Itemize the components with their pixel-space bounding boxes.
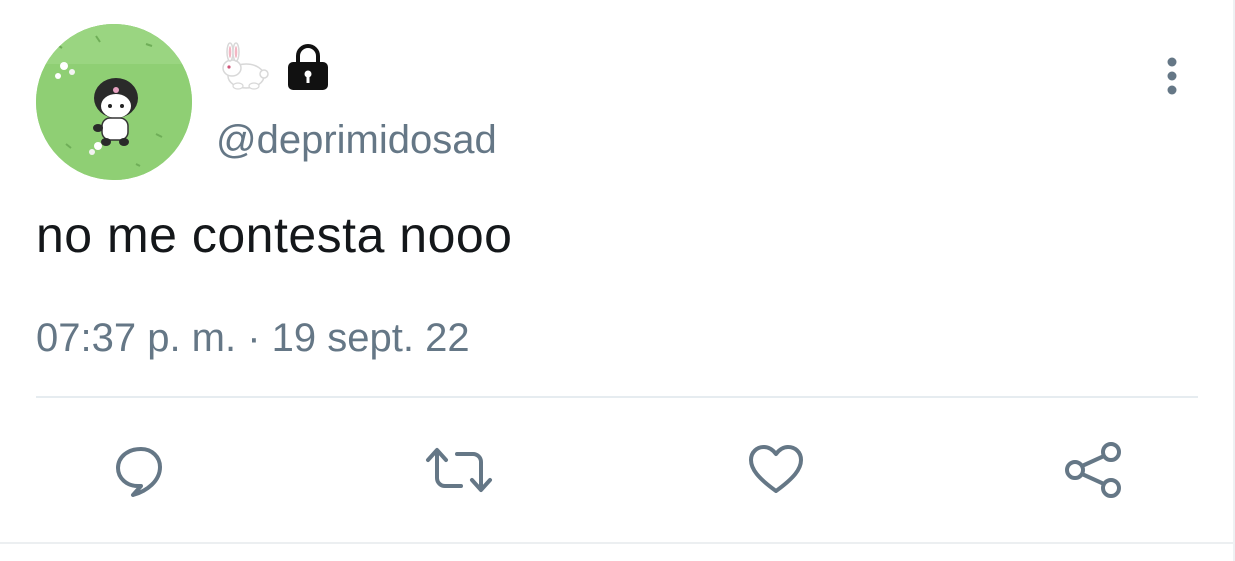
divider	[36, 396, 1198, 398]
display-name[interactable]	[216, 40, 336, 96]
retweet-button[interactable]	[419, 430, 499, 510]
like-icon	[749, 445, 803, 493]
more-vertical-icon	[1167, 57, 1177, 95]
tweet-actions	[0, 430, 1235, 510]
bottom-divider	[0, 542, 1235, 544]
tweet-timestamp[interactable]: 07:37 p. m. · 19 sept. 22	[36, 316, 470, 361]
reply-button[interactable]	[101, 430, 181, 510]
reply-icon	[116, 447, 162, 497]
rabbit-emoji-icon	[216, 40, 272, 96]
share-button[interactable]	[1053, 430, 1133, 510]
avatar-image	[36, 24, 192, 180]
share-icon	[1065, 442, 1121, 498]
user-handle[interactable]: @deprimidosad	[216, 118, 497, 163]
tweet-detail: @deprimidosad no me contesta nooo 07:37 …	[0, 0, 1235, 561]
lock-icon	[280, 40, 336, 96]
avatar[interactable]	[36, 24, 192, 180]
like-button[interactable]	[736, 430, 816, 510]
retweet-icon	[426, 448, 492, 492]
more-options-button[interactable]	[1150, 52, 1194, 100]
tweet-text: no me contesta nooo	[36, 207, 513, 263]
